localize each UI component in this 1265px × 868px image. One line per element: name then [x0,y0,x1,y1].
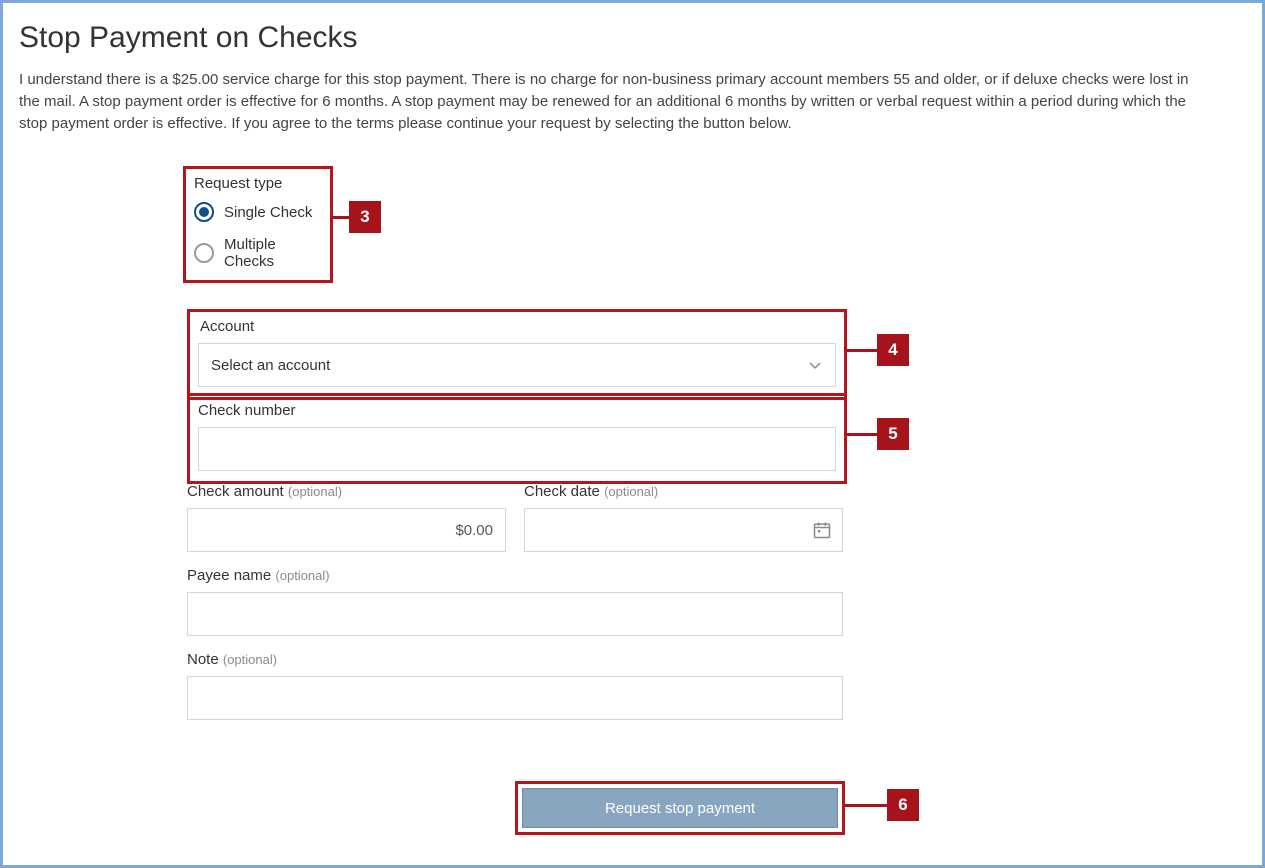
check-amount-field: Check amount (optional) [187,483,506,552]
payee-field: Payee name (optional) [187,567,843,636]
page-frame: Stop Payment on Checks I understand ther… [0,0,1265,868]
check-amount-label: Check amount (optional) [187,483,506,500]
payee-label-text: Payee name [187,567,271,584]
callout-badge-4: 4 [877,334,909,366]
callout-connector [845,804,887,807]
callout-badge-5: 5 [877,418,909,450]
optional-text: (optional) [275,568,329,583]
optional-text: (optional) [288,484,342,499]
radio-single-check[interactable]: Single Check [194,202,322,222]
callout-connector [333,216,349,219]
note-label: Note (optional) [187,651,843,668]
check-date-input[interactable] [524,508,843,552]
check-date-label-text: Check date [524,483,600,500]
optional-text: (optional) [223,652,277,667]
request-type-group: Request type Single Check Multiple Check… [183,166,333,283]
amount-date-row: Check amount (optional) Check date (opti… [187,483,843,552]
account-placeholder: Select an account [211,357,330,374]
calendar-icon [812,520,832,540]
radio-single-label: Single Check [224,204,312,221]
intro-text: I understand there is a $25.00 service c… [19,69,1199,134]
note-label-text: Note [187,651,219,668]
request-stop-payment-button[interactable]: Request stop payment [522,788,838,828]
optional-text: (optional) [604,484,658,499]
callout-connector [847,349,877,352]
submit-area: Request stop payment [515,781,845,835]
radio-multiple-checks[interactable]: Multiple Checks [194,236,322,270]
account-label: Account [200,318,836,335]
check-number-field: Check number [187,393,847,484]
check-number-input[interactable] [198,427,836,471]
radio-icon [194,243,214,263]
callout-badge-3: 3 [349,201,381,233]
check-amount-input[interactable] [187,508,506,552]
account-field: Account Select an account [187,309,847,400]
callout-badge-6: 6 [887,789,919,821]
payee-input[interactable] [187,592,843,636]
chevron-down-icon [807,357,823,373]
note-field: Note (optional) [187,651,843,720]
account-select[interactable]: Select an account [198,343,836,387]
check-number-label: Check number [198,402,836,419]
callout-connector [847,433,877,436]
check-amount-label-text: Check amount [187,483,284,500]
radio-multiple-label: Multiple Checks [224,236,322,270]
check-date-field: Check date (optional) [524,483,843,552]
payee-label: Payee name (optional) [187,567,843,584]
page-title: Stop Payment on Checks [19,21,1246,55]
note-input[interactable] [187,676,843,720]
request-type-label: Request type [194,175,322,192]
radio-icon [194,202,214,222]
check-date-label: Check date (optional) [524,483,843,500]
